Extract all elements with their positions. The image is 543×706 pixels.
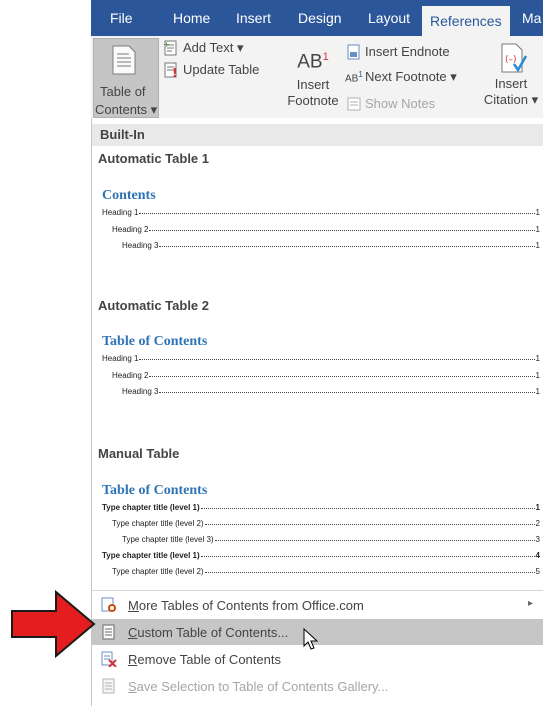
toc-entry: Heading 21 <box>112 225 540 234</box>
more-tables-accel: M <box>128 598 139 613</box>
toc-entry: Type chapter title (level 2) 2 <box>112 519 540 528</box>
footnote-ab-icon: AB1 <box>297 51 329 73</box>
toc-entry: Heading 31 <box>122 387 540 396</box>
save-selection-accel: S <box>128 679 137 694</box>
tab-home[interactable]: Home <box>173 0 210 36</box>
update-table-button[interactable]: Update Table <box>183 62 259 77</box>
auto-table-1-preview[interactable]: Contents Heading 11 Heading 21 Heading 3… <box>92 170 543 300</box>
toc-entry: Heading 21 <box>112 371 540 380</box>
auto-table-1-heading: Contents <box>102 188 156 203</box>
auto-table-2-preview[interactable]: Table of Contents Heading 11 Heading 21 … <box>92 318 543 438</box>
toc-entry: Type chapter title (level 3) 3 <box>122 535 540 544</box>
remove-toc-accel: R <box>128 652 138 667</box>
more-tables-menu-item[interactable]: More Tables of Contents from Office.com … <box>92 592 543 618</box>
toc-entry: Type chapter title (level 1) 1 <box>102 503 540 512</box>
custom-toc-icon <box>101 624 117 640</box>
toc-gallery-dropdown: Built-In Automatic Table 1 Contents Head… <box>91 118 543 706</box>
auto-table-1-title: Automatic Table 1 <box>98 151 210 166</box>
update-table-icon: ! <box>163 62 179 83</box>
toc-entry: Heading 11 <box>102 208 540 217</box>
ribbon-tab-bar: File Home Insert Design Layout Reference… <box>91 0 543 36</box>
show-notes-icon <box>347 97 361 116</box>
insert-citation-button[interactable]: (–) Insert Citation ▾ <box>477 40 543 108</box>
builtin-header: Built-In <box>92 124 543 146</box>
table-of-contents-button[interactable]: Table of Contents ▾ <box>93 38 159 118</box>
auto-table-2-heading: Table of Contents <box>102 334 208 349</box>
menu-separator <box>92 590 543 591</box>
svg-text:+: + <box>163 40 170 49</box>
insert-citation-icon: (–) <box>477 40 543 76</box>
add-text-icon: + <box>163 40 179 61</box>
manual-table-preview[interactable]: Table of Contents Type chapter title (le… <box>92 468 543 584</box>
office-web-icon <box>101 597 117 613</box>
remove-toc-label: emove Table of Contents <box>137 652 281 667</box>
show-notes-button[interactable]: Show Notes <box>365 96 435 111</box>
add-text-button[interactable]: Add Text ▾ <box>183 40 244 56</box>
auto-table-2-title: Automatic Table 2 <box>98 298 210 313</box>
tab-layout[interactable]: Layout <box>368 0 410 36</box>
manual-table-heading: Table of Contents <box>102 483 208 498</box>
submenu-arrow-icon: ▸ <box>528 598 534 609</box>
toc-entry: Heading 31 <box>122 241 540 250</box>
toc-entry: Type chapter title (level 1) 4 <box>102 551 540 560</box>
tab-mailings[interactable]: Ma <box>522 0 541 36</box>
save-selection-label: ave Selection to Table of Contents Galle… <box>136 679 389 694</box>
svg-text:!: ! <box>172 66 177 78</box>
save-selection-menu-item[interactable]: Save Selection to Table of Contents Gall… <box>92 673 543 699</box>
manual-table-title: Manual Table <box>98 446 180 461</box>
toc-entry: Type chapter title (level 2) 5 <box>112 567 540 576</box>
tab-insert[interactable]: Insert <box>236 0 271 36</box>
toc-entry: Heading 11 <box>102 354 540 363</box>
tab-design[interactable]: Design <box>298 0 342 36</box>
insert-footnote-label-2: Footnote <box>287 93 339 109</box>
insert-citation-label: Insert <box>494 76 528 91</box>
tab-file[interactable]: File <box>110 0 133 36</box>
more-tables-label: ore Tables of Contents from Office.com <box>138 598 364 613</box>
insert-footnote-button[interactable]: AB1 Insert Footnote <box>281 42 345 109</box>
insert-citation-label-2: Citation ▾ <box>483 92 539 107</box>
save-selection-icon <box>101 678 117 694</box>
table-of-contents-icon <box>109 44 139 81</box>
tab-references[interactable]: References <box>422 6 510 36</box>
red-arrow-annotation <box>10 589 96 659</box>
next-footnote-button[interactable]: Next Footnote ▾ <box>365 69 457 85</box>
custom-toc-label: ustom Table of Contents... <box>137 625 289 640</box>
next-footnote-icon: AB1 <box>345 70 363 85</box>
insert-endnote-button[interactable]: Insert Endnote <box>365 44 450 59</box>
toc-label-line2: Contents ▾ <box>95 102 158 117</box>
insert-endnote-icon <box>346 44 362 65</box>
remove-toc-icon <box>101 651 117 668</box>
insert-footnote-label: Insert <box>296 77 330 93</box>
mouse-cursor-icon <box>302 627 320 657</box>
toc-label-line1: Table of <box>100 84 146 99</box>
custom-toc-accel: C <box>128 625 138 640</box>
